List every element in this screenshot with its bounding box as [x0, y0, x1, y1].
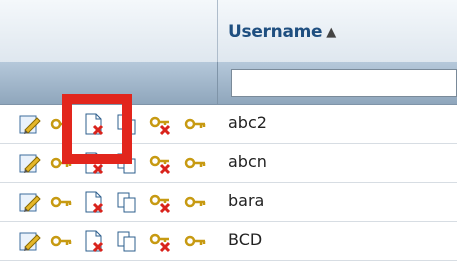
- copy-document-icon[interactable]: [115, 229, 139, 253]
- grid-header-row: Username ▲: [0, 0, 457, 63]
- delete-key-icon[interactable]: [148, 190, 172, 214]
- delete-document-icon[interactable]: [82, 190, 106, 214]
- filter-separator: [217, 62, 218, 104]
- key-icon[interactable]: [49, 229, 73, 253]
- username-cell: abcn: [228, 152, 267, 171]
- sort-ascending-icon: ▲: [326, 24, 336, 40]
- delete-key-icon[interactable]: [148, 151, 172, 175]
- key-icon[interactable]: [183, 190, 207, 214]
- username-cell: abc2: [228, 113, 267, 132]
- table-row: abcn: [0, 144, 457, 183]
- delete-key-icon[interactable]: [148, 112, 172, 136]
- key-icon[interactable]: [49, 112, 73, 136]
- users-grid: Username ▲ abc2 abcn bara BCD: [0, 0, 457, 266]
- delete-document-icon[interactable]: [82, 112, 106, 136]
- copy-document-icon[interactable]: [115, 151, 139, 175]
- edit-icon[interactable]: [18, 190, 42, 214]
- key-icon[interactable]: [183, 229, 207, 253]
- delete-document-icon[interactable]: [82, 229, 106, 253]
- header-separator: [217, 0, 218, 62]
- username-filter-input[interactable]: [231, 69, 457, 97]
- copy-document-icon[interactable]: [115, 112, 139, 136]
- username-cell: bara: [228, 191, 265, 210]
- delete-key-icon[interactable]: [148, 229, 172, 253]
- key-icon[interactable]: [49, 190, 73, 214]
- edit-icon[interactable]: [18, 151, 42, 175]
- key-icon[interactable]: [49, 151, 73, 175]
- table-row: abc2: [0, 105, 457, 144]
- copy-document-icon[interactable]: [115, 190, 139, 214]
- username-cell: BCD: [228, 230, 263, 249]
- username-header-label: Username: [228, 22, 323, 42]
- table-row: BCD: [0, 222, 457, 261]
- delete-document-icon[interactable]: [82, 151, 106, 175]
- table-row: bara: [0, 183, 457, 222]
- key-icon[interactable]: [183, 151, 207, 175]
- key-icon[interactable]: [183, 112, 207, 136]
- edit-icon[interactable]: [18, 229, 42, 253]
- username-column-header[interactable]: Username ▲: [228, 22, 336, 42]
- edit-icon[interactable]: [18, 112, 42, 136]
